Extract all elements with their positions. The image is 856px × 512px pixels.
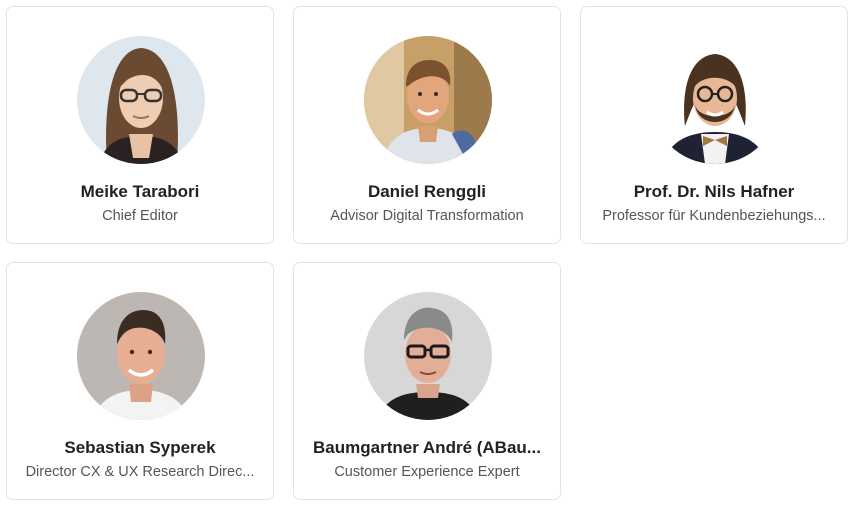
- person-name: Sebastian Syperek: [64, 438, 216, 457]
- person-role: Chief Editor: [102, 208, 178, 224]
- avatar[interactable]: [364, 36, 492, 164]
- profile-card[interactable]: Daniel Renggli Advisor Digital Transform…: [293, 6, 561, 244]
- person-role: Director CX & UX Research Direc...: [25, 464, 255, 480]
- avatar-photo: [364, 36, 492, 164]
- avatar[interactable]: [651, 36, 779, 164]
- person-role: Advisor Digital Transformation: [330, 208, 524, 224]
- avatar-photo: [651, 36, 779, 164]
- avatar[interactable]: [364, 292, 492, 420]
- person-role: Customer Experience Expert: [334, 464, 520, 480]
- profile-card[interactable]: Prof. Dr. Nils Hafner Professor für Kund…: [580, 6, 848, 244]
- avatar-photo: [77, 292, 205, 420]
- avatar[interactable]: [77, 36, 205, 164]
- person-name: Meike Tarabori: [80, 182, 200, 201]
- profile-card[interactable]: Meike Tarabori Chief Editor: [6, 6, 274, 244]
- person-name: Baumgartner André (ABau...: [313, 438, 541, 457]
- person-name: Daniel Renggli: [367, 182, 487, 201]
- profile-card[interactable]: Sebastian Syperek Director CX & UX Resea…: [6, 262, 274, 500]
- avatar-photo: [77, 36, 205, 164]
- person-role: Professor für Kundenbeziehungs...: [602, 208, 826, 224]
- avatar[interactable]: [77, 292, 205, 420]
- profile-card[interactable]: Baumgartner André (ABau... Customer Expe…: [293, 262, 561, 500]
- avatar-photo: [364, 292, 492, 420]
- team-grid: Meike Tarabori Chief Editor Daniel Rengg…: [0, 0, 856, 512]
- person-name: Prof. Dr. Nils Hafner: [633, 182, 795, 201]
